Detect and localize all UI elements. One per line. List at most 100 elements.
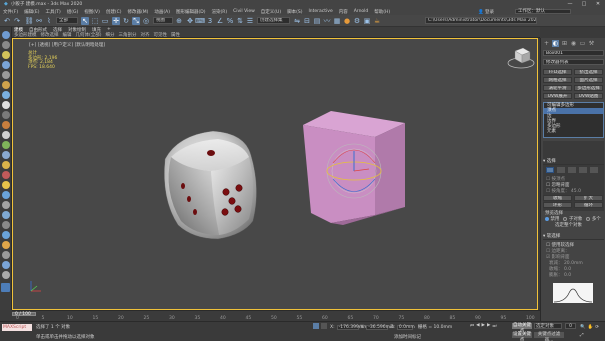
layer-explorer-icon[interactable]: ▤ [313,17,321,25]
create-tab-icon[interactable]: + [543,40,550,47]
menu-edit[interactable]: 编辑(E) [24,9,39,15]
object-name-field[interactable]: Box001 [543,50,604,56]
shrink-button[interactable]: 收缩 [543,195,572,201]
tool-icon-6[interactable] [2,81,10,89]
motion-tab-icon[interactable]: ◉ [570,40,577,47]
border-mode-icon[interactable] [568,167,576,173]
z-field[interactable]: 0.0mm [396,324,415,330]
extrude-select-button[interactable]: 挤出选择 [574,69,603,75]
menu-views[interactable]: 视图(V) [84,9,100,15]
preview-multi-radio[interactable]: 多个 [586,216,601,222]
bubble-field[interactable]: 膨胀： 0.0 [549,272,571,278]
reference-coordinate-dropdown[interactable]: 视图 [153,17,173,24]
utilities-tab-icon[interactable]: ⚒ [588,40,595,47]
menu-group[interactable]: 组(G) [67,9,79,15]
tool-icon-22[interactable] [2,241,10,249]
turbosmooth-button[interactable]: 涡轮平滑 [543,85,572,91]
unlink-icon[interactable]: ⚯ [35,17,43,25]
prev-frame-icon[interactable]: ◀ [476,323,479,329]
tool-icon-9[interactable] [2,111,10,119]
selection-rollout-title[interactable]: ▾ 选择 [543,159,604,165]
select-object-icon[interactable]: ↖ [81,17,89,25]
y-field[interactable]: -36.596mm [366,324,394,330]
schematic-view-icon[interactable]: ▦ [333,17,341,25]
menu-content[interactable]: 内容 [339,9,348,15]
menu-graph-editors[interactable]: 图形编辑器(D) [176,9,205,15]
tool-icon-17[interactable] [2,191,10,199]
named-selection-dropdown[interactable]: 创建选择集 [257,17,290,24]
play-icon[interactable]: ▶ [482,323,485,329]
redo-icon[interactable]: ↷ [13,17,21,25]
menu-create[interactable]: 创建(C) [106,9,122,15]
tool-icon-24[interactable] [2,261,10,269]
modifier-stack[interactable]: 可编辑多边形 顶点 边 边界 多边形 元素 [543,102,604,138]
menu-scripting[interactable]: 脚本(S) [287,9,302,15]
key-filters-button[interactable]: 关键点过滤器... [534,332,564,341]
tool-icon-10[interactable] [2,121,10,129]
select-region-icon[interactable]: ⬚ [91,17,99,25]
ffd-select-button[interactable]: FFD选择 [543,69,572,75]
modifier-list-dropdown[interactable]: 修改器列表 [543,59,604,65]
stack-element[interactable]: 元素 [544,129,603,134]
tool-icon-16[interactable] [2,181,10,189]
display-tab-icon[interactable]: ▭ [579,40,586,47]
tool-icon-11[interactable] [2,131,10,139]
grow-button[interactable]: 扩大 [574,195,603,201]
move-icon[interactable]: ✛ [112,17,120,25]
align-icon[interactable]: ⊟ [303,17,311,25]
tool-icon-21[interactable] [2,231,10,239]
tool-icon-23[interactable] [2,251,10,259]
maxscript-listener[interactable]: MAXScript 迷 [2,324,32,331]
rotate-icon[interactable]: ↻ [122,17,130,25]
autokey-button[interactable]: 自动关键点 [512,323,532,334]
spinner-snap-icon[interactable]: ⇅ [236,17,244,25]
select-manipulate-icon[interactable]: ✥ [186,17,194,25]
hierarchy-tab-icon[interactable]: ⊞ [561,40,568,47]
setkey-button[interactable]: 设置关键点 [512,332,532,341]
rendered-frame-icon[interactable]: ▣ [363,17,371,25]
workspace-dropdown[interactable]: 工作区：默认 [515,9,571,14]
pivot-center-icon[interactable]: ⊕ [175,17,183,25]
tool-icon-3[interactable] [2,51,10,59]
add-time-tag-button[interactable]: 添加时间标记 [394,334,421,340]
close-button[interactable]: ✕ [591,0,605,8]
edit-named-selection-icon[interactable]: ☰ [246,17,254,25]
patch-select-button[interactable]: 面片选择 [574,77,603,83]
polygon-mode-icon[interactable] [579,167,587,173]
orbit-icon[interactable]: ⟳ [595,325,599,330]
uvw-map-button[interactable]: UVW贴图 [574,93,603,99]
bind-spacewarp-icon[interactable]: ⌇ [45,17,53,25]
curve-editor-icon[interactable]: 〰 [323,17,331,25]
uvw-unwrap-button[interactable]: UVW展开 [543,93,572,99]
zoom-icon[interactable]: 🔍 [580,325,586,330]
percent-snap-icon[interactable]: % [226,17,234,25]
menu-interactive[interactable]: Interactive [308,9,332,14]
menu-file[interactable]: 文件(F) [3,9,18,15]
goto-end-icon[interactable]: ⏭ [492,323,496,329]
menu-modifiers[interactable]: 修改器(M) [127,9,148,15]
window-crossing-icon[interactable]: ▭ [101,17,109,25]
menu-help[interactable]: 帮助(H) [374,9,390,15]
poly-select-button[interactable]: 多边形选择 [574,85,603,91]
goto-start-icon[interactable]: ⏮ [470,323,474,329]
tool-icon-4[interactable] [2,61,10,69]
minimize-button[interactable]: — [563,0,577,8]
lock-icon[interactable] [313,323,319,329]
maximize-button[interactable]: □ [577,0,591,8]
ring-button[interactable]: 环形 [543,202,572,208]
menu-tools[interactable]: 工具(T) [45,9,60,15]
tool-icon-7[interactable] [2,91,10,99]
render-production-icon[interactable]: ☕ [373,17,381,25]
by-angle-checkbox[interactable]: ☐ 按角度： 45.0 [546,188,581,194]
pan-icon[interactable]: ✋ [588,325,594,330]
tool-icon-19[interactable] [2,211,10,219]
tool-icon-20[interactable] [2,221,10,229]
user-login[interactable]: 👤 登录 [478,9,494,15]
tool-icon-18[interactable] [2,201,10,209]
viewcube-icon[interactable] [507,47,535,69]
x-field[interactable]: -176.399mm [336,324,368,330]
tool-icon-2[interactable] [2,41,10,49]
modify-tab-icon[interactable]: ◐ [552,39,559,47]
tool-icon-26[interactable] [1,283,10,292]
timeline[interactable]: 0 / 100 0 5 10 15 20 25 30 35 40 45 50 55 60 65 70 75 80… [12,310,540,321]
